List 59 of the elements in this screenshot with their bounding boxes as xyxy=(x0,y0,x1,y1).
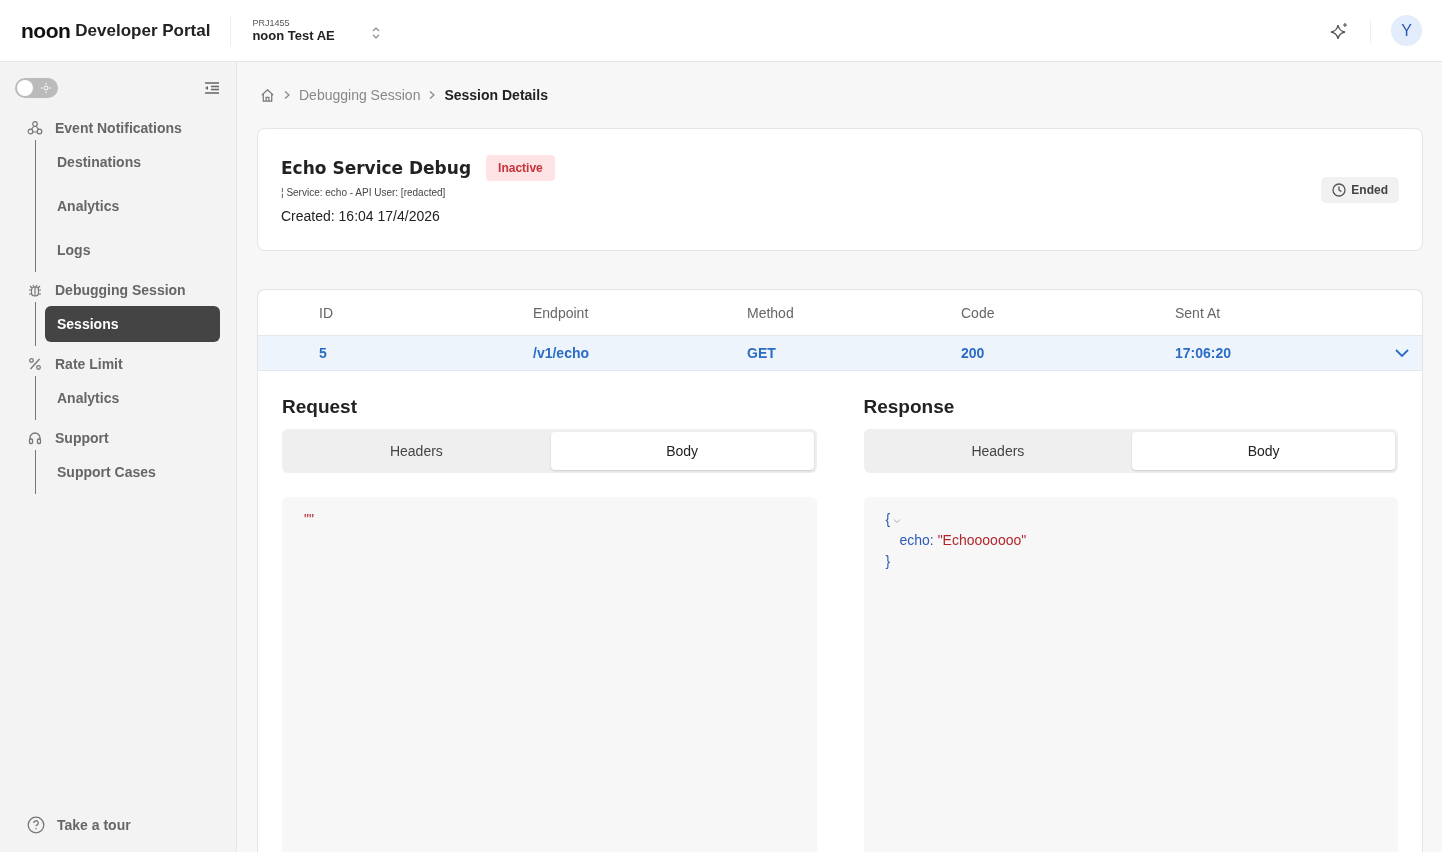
code-brace: { xyxy=(885,510,891,529)
code-string: "" xyxy=(304,510,314,529)
nav-section[interactable]: Debugging Session xyxy=(15,278,220,302)
nav-item[interactable]: Destinations xyxy=(45,144,220,180)
column-header: ID xyxy=(319,304,334,321)
home-icon[interactable] xyxy=(260,87,275,103)
code-string: "Echooooooo" xyxy=(937,532,1027,548)
sun-icon xyxy=(41,83,51,93)
nav-item[interactable]: Analytics xyxy=(45,188,220,224)
chevron-down-icon[interactable] xyxy=(1394,348,1410,358)
nav-section[interactable]: Support xyxy=(15,426,220,450)
session-title: Echo Service Debug xyxy=(281,158,472,178)
table-cell-text: GET xyxy=(747,345,777,361)
collapse-sidebar-icon[interactable] xyxy=(204,81,220,95)
breadcrumb-item[interactable]: Debugging Session xyxy=(299,87,421,103)
table-cell-text: 200 xyxy=(961,345,986,361)
nav-item[interactable]: Sessions xyxy=(45,306,220,342)
tab[interactable]: Body xyxy=(1132,432,1395,470)
percent-icon xyxy=(27,356,43,372)
theme-toggle[interactable] xyxy=(15,78,58,98)
sparkle-icon[interactable] xyxy=(1330,20,1350,41)
breadcrumb-separator-icon xyxy=(283,90,291,100)
column-header: Endpoint xyxy=(533,304,590,321)
status-badge: Inactive xyxy=(486,155,555,181)
project-selector[interactable]: PRJ1455 noon Test AE xyxy=(231,18,382,43)
panel-title: Response xyxy=(863,395,956,419)
created-date: Created: 16:04 17/4/2026 xyxy=(281,208,441,224)
tab[interactable]: Headers xyxy=(285,432,548,470)
webhook-icon xyxy=(27,120,43,136)
clock-icon xyxy=(1332,182,1347,197)
nav-section[interactable]: Event Notifications xyxy=(15,116,220,140)
column-header: Method xyxy=(747,304,795,321)
app-title: Developer Portal xyxy=(75,20,211,41)
ended-button[interactable]: Ended xyxy=(1321,176,1399,203)
code-brace: } xyxy=(885,552,891,571)
nav-item[interactable]: Logs xyxy=(45,232,220,268)
column-header: Code xyxy=(961,304,996,321)
tab[interactable]: Body xyxy=(550,432,814,470)
tab[interactable]: Headers xyxy=(866,432,1130,470)
nav-item[interactable]: Support Cases xyxy=(45,454,220,490)
breadcrumb-separator-icon xyxy=(428,90,437,100)
chevron-updown-icon xyxy=(371,26,382,40)
take-tour-link[interactable]: Take a tour xyxy=(15,816,220,834)
table-cell-text: 5 xyxy=(319,345,328,361)
panel-title: Request xyxy=(282,395,358,419)
nav-item[interactable]: Analytics xyxy=(45,380,220,416)
session-meta: ¦ Service: echo - API User: [redacted] xyxy=(281,187,447,198)
user-avatar[interactable]: Y xyxy=(1391,15,1422,46)
table-row[interactable]: 5 /v1/echo GET 200 17:06:20 xyxy=(258,336,1422,371)
breadcrumb-item: Session Details xyxy=(444,87,548,103)
table-cell-text: 17:06:20 xyxy=(1175,345,1233,361)
bug-icon xyxy=(27,282,43,298)
code-key: echo: xyxy=(899,532,934,548)
headset-icon xyxy=(27,430,43,446)
logo: noon xyxy=(21,18,71,43)
table-cell-text: /v1/echo xyxy=(533,345,591,361)
nav-section[interactable]: Rate Limit xyxy=(15,352,220,376)
column-header: Sent At xyxy=(1175,304,1222,321)
help-icon xyxy=(27,816,45,834)
